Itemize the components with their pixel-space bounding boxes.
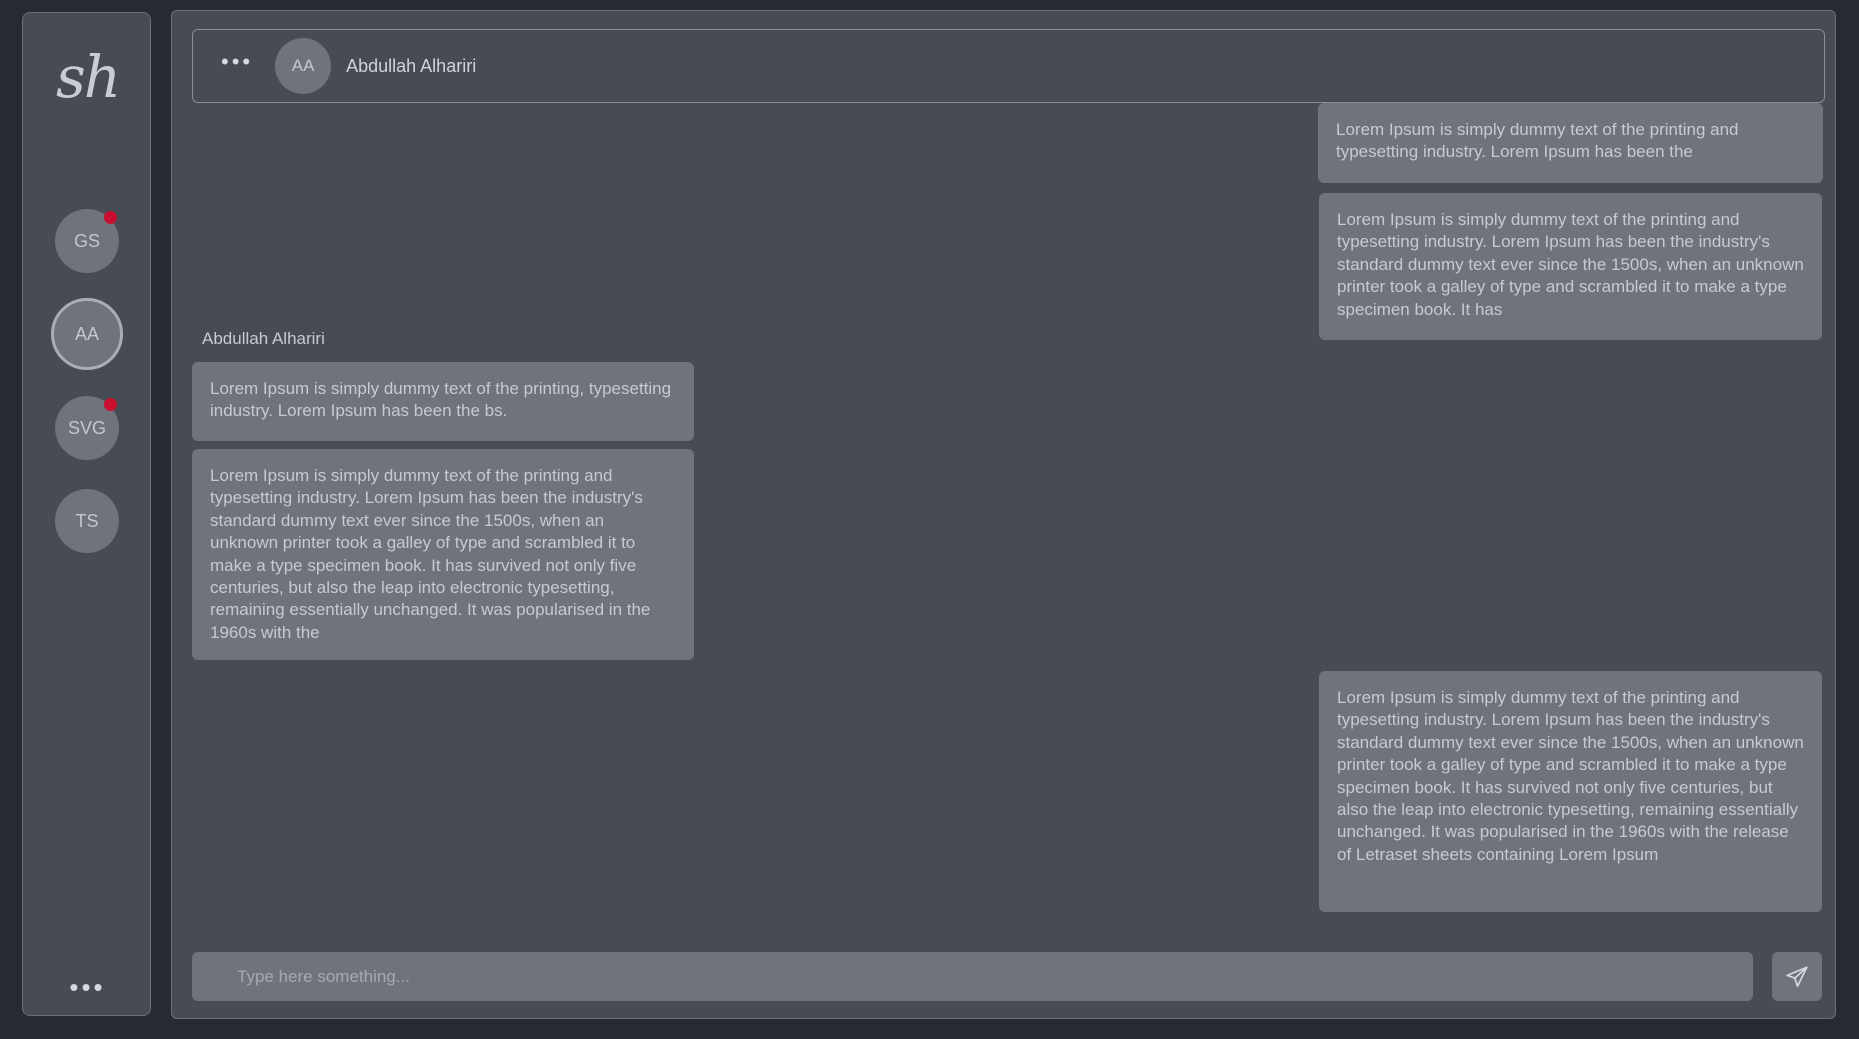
avatar-initials: GS — [73, 230, 100, 251]
avatar-initials: SVG — [67, 417, 106, 438]
message-outgoing: Lorem Ipsum is simply dummy text of the … — [1319, 671, 1822, 912]
unread-indicator — [104, 398, 117, 411]
sidebar-more-menu[interactable]: ••• — [23, 974, 152, 1000]
contact-name: Abdullah Alhariri — [346, 55, 477, 76]
send-button[interactable] — [1772, 952, 1822, 1001]
message-input[interactable] — [192, 952, 1753, 1001]
message-outgoing: Lorem Ipsum is simply dummy text of the … — [1319, 193, 1822, 340]
avatar-initials: AA — [74, 323, 99, 344]
sidebar-avatar-svg[interactable]: SVG — [55, 396, 119, 460]
avatar-initials: AA — [291, 56, 315, 75]
avatar-initials: TS — [75, 510, 99, 531]
chat-header: ••• AA Abdullah Alhariri — [192, 29, 1825, 103]
message-outgoing: Lorem Ipsum is simply dummy text of the … — [1318, 103, 1823, 183]
message-incoming: Lorem Ipsum is simply dummy text of the … — [192, 362, 694, 441]
send-icon — [1786, 965, 1808, 987]
sidebar-avatar-gs[interactable]: GS — [55, 209, 119, 273]
unread-indicator — [104, 211, 117, 224]
sidebar-avatar-aa[interactable]: AA — [51, 298, 123, 370]
chat-panel: ••• AA Abdullah Alhariri Lorem Ipsum is … — [171, 10, 1836, 1019]
sender-name: Abdullah Alhariri — [202, 329, 325, 348]
app-logo: sh — [55, 43, 121, 111]
contact-avatar[interactable]: AA — [275, 38, 332, 94]
sidebar-avatar-ts[interactable]: TS — [55, 489, 119, 553]
message-incoming: Lorem Ipsum is simply dummy text of the … — [192, 449, 694, 660]
sidebar: sh GS AA SVG TS ••• — [22, 12, 151, 1016]
more-options-button[interactable]: ••• — [221, 51, 253, 77]
